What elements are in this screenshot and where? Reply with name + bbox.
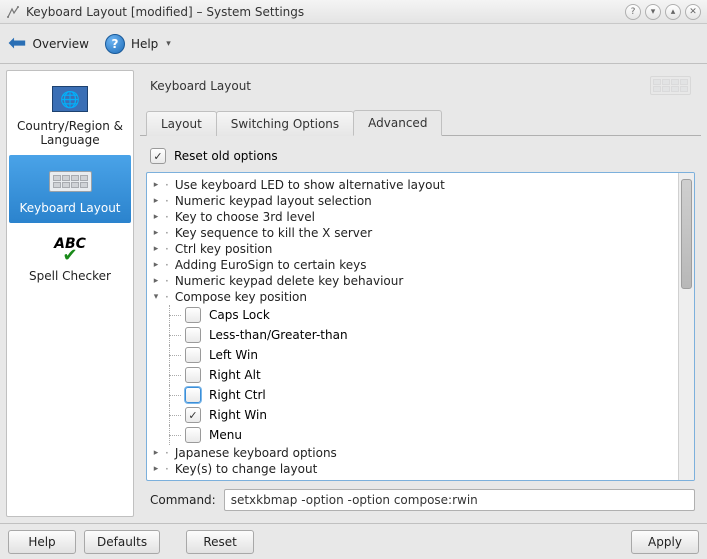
tree-child-option[interactable]: Menu xyxy=(149,425,676,445)
expand-caret-icon: ▸ xyxy=(151,212,161,222)
option-label: Right Alt xyxy=(209,368,261,382)
toolbar: ⬅ Overview ? Help ▾ xyxy=(0,24,707,64)
defaults-button[interactable]: Defaults xyxy=(84,530,160,554)
spell-check-icon: ABC✔ xyxy=(50,233,90,265)
tree-node-label: Use keyboard LED to show alternative lay… xyxy=(175,178,445,192)
sidebar-item-label: Country/Region & Language xyxy=(13,119,127,147)
option-checkbox[interactable] xyxy=(185,347,201,363)
expand-caret-icon: ▸ xyxy=(151,464,161,474)
overview-label: Overview xyxy=(32,37,89,51)
tree-node-label: Compose key position xyxy=(175,290,307,304)
tree-node[interactable]: ▸·Japanese keyboard options xyxy=(149,445,676,461)
reset-old-options-row[interactable]: Reset old options xyxy=(146,146,695,166)
reset-old-options-checkbox[interactable] xyxy=(150,148,166,164)
tree-node-label: Key(s) to change layout xyxy=(175,462,317,476)
tab-switching-options[interactable]: Switching Options xyxy=(216,111,354,136)
page-title: Keyboard Layout xyxy=(150,79,251,93)
tab-content-advanced: Reset old options ▸·Use keyboard LED to … xyxy=(140,140,701,517)
command-input[interactable] xyxy=(224,489,695,511)
overview-button[interactable]: ⬅ Overview xyxy=(8,33,89,55)
option-checkbox[interactable] xyxy=(185,327,201,343)
tree-node-label: Numeric keypad delete key behaviour xyxy=(175,274,403,288)
keyboard-faded-icon xyxy=(650,76,691,95)
options-tree[interactable]: ▸·Use keyboard LED to show alternative l… xyxy=(147,173,678,480)
option-checkbox[interactable] xyxy=(185,387,201,403)
footer: Help Defaults Reset Apply xyxy=(0,523,707,559)
option-label: Right Win xyxy=(209,408,267,422)
tree-node-label: Japanese keyboard options xyxy=(175,446,337,460)
sidebar-item-country-region[interactable]: 🌐 Country/Region & Language xyxy=(9,73,131,155)
back-arrow-icon: ⬅ xyxy=(8,33,26,55)
tree-node-label: Key sequence to kill the X server xyxy=(175,226,372,240)
window-minimize-button[interactable]: ▾ xyxy=(645,4,661,20)
tree-node-label: Adding EuroSign to certain keys xyxy=(175,258,367,272)
tree-node[interactable]: ▸·Key sequence to kill the X server xyxy=(149,225,676,241)
help-button[interactable]: Help xyxy=(8,530,76,554)
tree-child-option[interactable]: Caps Lock xyxy=(149,305,676,325)
option-checkbox[interactable] xyxy=(185,427,201,443)
apply-button[interactable]: Apply xyxy=(631,530,699,554)
window-help-button[interactable]: ? xyxy=(625,4,641,20)
tab-layout[interactable]: Layout xyxy=(146,111,217,136)
tree-node[interactable]: ▸·Use keyboard LED to show alternative l… xyxy=(149,177,676,193)
option-label: Menu xyxy=(209,428,242,442)
sidebar: 🌐 Country/Region & Language Keyboard Lay… xyxy=(6,70,134,517)
tree-child-option[interactable]: Left Win xyxy=(149,345,676,365)
tree-node-compose[interactable]: ▾·Compose key position xyxy=(149,289,676,305)
scrollbar-thumb[interactable] xyxy=(681,179,692,289)
tree-node[interactable]: ▸·Adding EuroSign to certain keys xyxy=(149,257,676,273)
tree-child-option[interactable]: Less-than/Greater-than xyxy=(149,325,676,345)
tree-child-option[interactable]: Right Ctrl xyxy=(149,385,676,405)
tree-node[interactable]: ▸·Key(s) to change layout xyxy=(149,461,676,477)
expand-caret-icon: ▸ xyxy=(151,180,161,190)
tree-node[interactable]: ▸·Key to choose 3rd level xyxy=(149,209,676,225)
app-icon xyxy=(6,5,20,19)
expand-caret-icon: ▸ xyxy=(151,244,161,254)
collapse-caret-icon: ▾ xyxy=(151,292,161,302)
reset-button[interactable]: Reset xyxy=(186,530,254,554)
sidebar-item-keyboard-layout[interactable]: Keyboard Layout xyxy=(9,155,131,223)
tree-node[interactable]: ▸·Numeric keypad delete key behaviour xyxy=(149,273,676,289)
option-label: Less-than/Greater-than xyxy=(209,328,348,342)
option-checkbox[interactable] xyxy=(185,307,201,323)
keyboard-icon xyxy=(50,165,90,197)
tab-bar: Layout Switching Options Advanced xyxy=(140,109,701,136)
tree-node-label: Key to choose 3rd level xyxy=(175,210,315,224)
main-panel: Keyboard Layout Layout Switching Options… xyxy=(140,70,701,517)
window-close-button[interactable]: ✕ xyxy=(685,4,701,20)
reset-old-options-label: Reset old options xyxy=(174,149,278,163)
option-label: Right Ctrl xyxy=(209,388,266,402)
option-checkbox[interactable] xyxy=(185,407,201,423)
expand-caret-icon: ▸ xyxy=(151,196,161,206)
tree-node[interactable]: ▸·Numeric keypad layout selection xyxy=(149,193,676,209)
expand-caret-icon: ▸ xyxy=(151,276,161,286)
window-buttons: ? ▾ ▴ ✕ xyxy=(625,4,701,20)
help-label: Help xyxy=(131,37,158,51)
window-maximize-button[interactable]: ▴ xyxy=(665,4,681,20)
tree-node[interactable]: ▸·Ctrl key position xyxy=(149,241,676,257)
window-title: Keyboard Layout [modified] – System Sett… xyxy=(26,5,619,19)
command-label: Command: xyxy=(150,493,216,507)
expand-caret-icon: ▸ xyxy=(151,228,161,238)
tree-node-label: Ctrl key position xyxy=(175,242,273,256)
chevron-down-icon: ▾ xyxy=(166,39,171,49)
sidebar-item-label: Keyboard Layout xyxy=(19,201,120,215)
sidebar-item-spell-checker[interactable]: ABC✔ Spell Checker xyxy=(9,223,131,291)
expand-caret-icon: ▸ xyxy=(151,448,161,458)
tree-child-option[interactable]: Right Win xyxy=(149,405,676,425)
help-icon: ? xyxy=(105,34,125,54)
option-label: Left Win xyxy=(209,348,258,362)
expand-caret-icon: ▸ xyxy=(151,260,161,270)
tree-child-option[interactable]: Right Alt xyxy=(149,365,676,385)
titlebar: Keyboard Layout [modified] – System Sett… xyxy=(0,0,707,24)
tree-node-label: Numeric keypad layout selection xyxy=(175,194,372,208)
help-menu[interactable]: ? Help ▾ xyxy=(105,34,171,54)
sidebar-item-label: Spell Checker xyxy=(29,269,111,283)
tab-advanced[interactable]: Advanced xyxy=(353,110,442,136)
option-label: Caps Lock xyxy=(209,308,270,322)
tree-scrollbar[interactable] xyxy=(678,173,694,480)
option-checkbox[interactable] xyxy=(185,367,201,383)
globe-flag-icon: 🌐 xyxy=(50,83,90,115)
